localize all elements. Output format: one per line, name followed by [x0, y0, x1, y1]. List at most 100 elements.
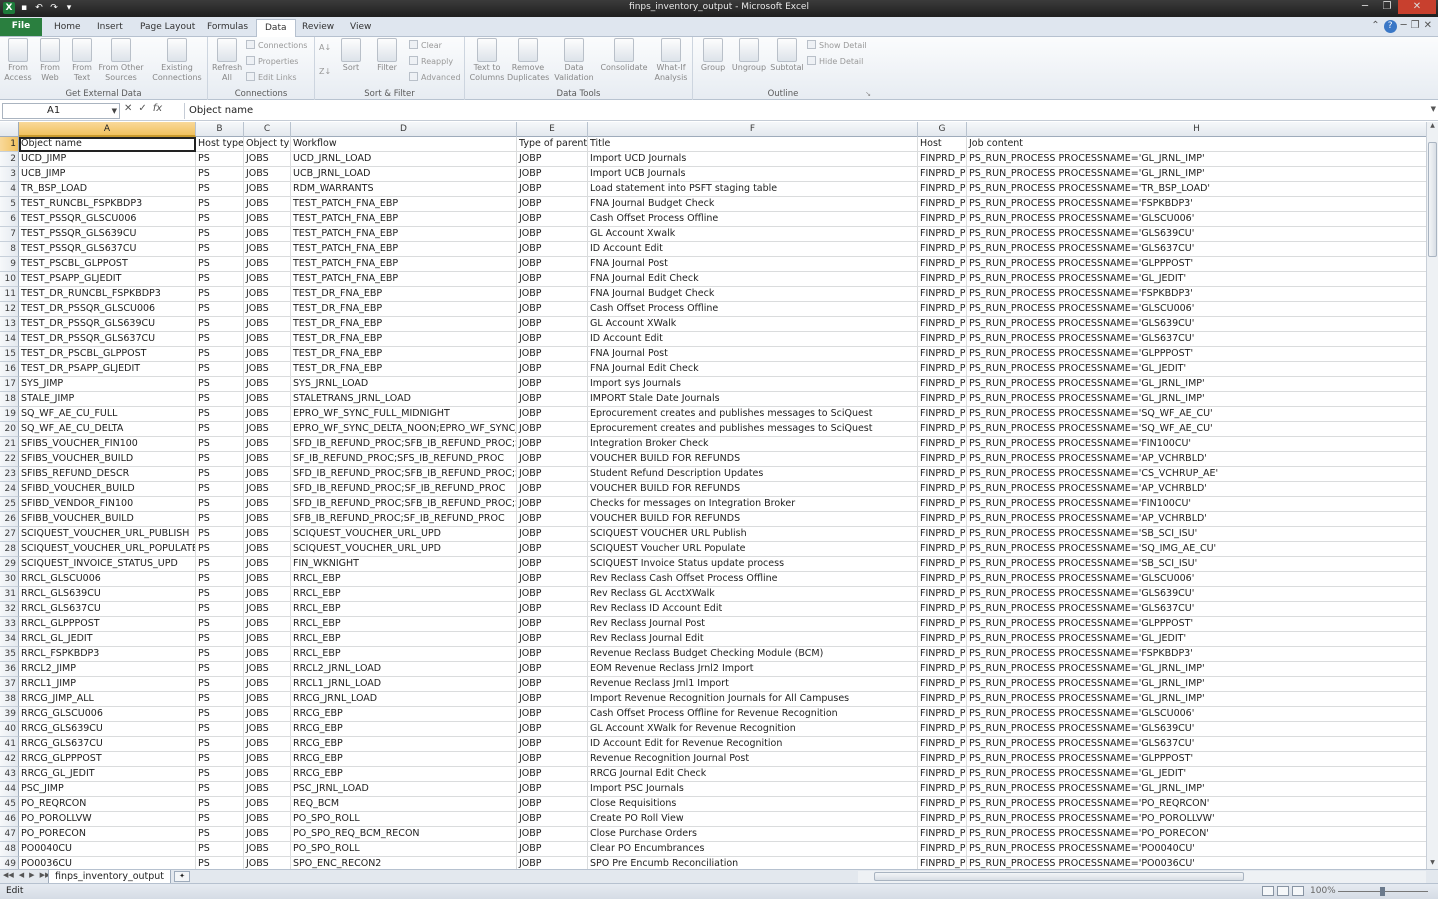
- cell-object-name[interactable]: Object name: [19, 137, 196, 152]
- cancel-icon[interactable]: ✕: [124, 103, 132, 114]
- cell-host[interactable]: FINPRD_P: [918, 242, 967, 257]
- refresh-all-button[interactable]: Refresh All: [212, 38, 242, 83]
- select-all-corner[interactable]: [0, 122, 19, 137]
- cell-title[interactable]: FNA Journal Post: [588, 347, 918, 362]
- cell-job-content[interactable]: PS_RUN_PROCESS PROCESSNAME='GLSCU006': [967, 302, 1426, 317]
- cell-type-of-parent[interactable]: JOBP: [517, 632, 588, 647]
- cell-workflow[interactable]: PO_SPO_REQ_BCM_RECON: [291, 827, 517, 842]
- column-header-e[interactable]: E: [517, 122, 588, 137]
- cell-job-content[interactable]: PS_RUN_PROCESS PROCESSNAME='GL_JEDIT': [967, 362, 1426, 377]
- cell-host[interactable]: Host: [918, 137, 967, 152]
- cell-object-name[interactable]: TEST_DR_PSSQR_GLS639CU: [19, 317, 196, 332]
- cell-object-name[interactable]: PO_PORECON: [19, 827, 196, 842]
- edit-links-button[interactable]: Edit Links: [246, 71, 297, 85]
- cell-object-type[interactable]: JOBS: [244, 287, 291, 302]
- cell-host-type[interactable]: PS: [196, 332, 244, 347]
- cell-host[interactable]: FINPRD_P: [918, 677, 967, 692]
- cell-object-name[interactable]: PO0040CU: [19, 842, 196, 857]
- cell-workflow[interactable]: TEST_PATCH_FNA_EBP: [291, 257, 517, 272]
- vertical-scroll-thumb[interactable]: [1428, 142, 1437, 257]
- cell-workflow[interactable]: PO_SPO_ROLL: [291, 842, 517, 857]
- cell-job-content[interactable]: PS_RUN_PROCESS PROCESSNAME='GL_JRNL_IMP': [967, 677, 1426, 692]
- cell-host-type[interactable]: PS: [196, 287, 244, 302]
- cell-object-type[interactable]: JOBS: [244, 842, 291, 857]
- cell-object-name[interactable]: RRCG_GLPPPOST: [19, 752, 196, 767]
- filter-button[interactable]: Filter: [373, 38, 401, 73]
- row-header[interactable]: 6: [0, 212, 19, 227]
- cell-job-content[interactable]: PS_RUN_PROCESS PROCESSNAME='GL_JEDIT': [967, 632, 1426, 647]
- cell-type-of-parent[interactable]: JOBP: [517, 617, 588, 632]
- cell-object-type[interactable]: JOBS: [244, 617, 291, 632]
- column-header-b[interactable]: B: [196, 122, 244, 137]
- cell-workflow[interactable]: TEST_DR_FNA_EBP: [291, 287, 517, 302]
- cell-job-content[interactable]: PS_RUN_PROCESS PROCESSNAME='FIN100CU': [967, 437, 1426, 452]
- cell-type-of-parent[interactable]: JOBP: [517, 842, 588, 857]
- cell-host-type[interactable]: PS: [196, 407, 244, 422]
- cell-job-content[interactable]: PS_RUN_PROCESS PROCESSNAME='GLSCU006': [967, 707, 1426, 722]
- row-header[interactable]: 9: [0, 257, 19, 272]
- cell-type-of-parent[interactable]: JOBP: [517, 332, 588, 347]
- cell-workflow[interactable]: TEST_PATCH_FNA_EBP: [291, 272, 517, 287]
- row-header[interactable]: 26: [0, 512, 19, 527]
- cell-workflow[interactable]: RRCL_EBP: [291, 617, 517, 632]
- cell-host[interactable]: FINPRD_P: [918, 572, 967, 587]
- page-break-view-icon[interactable]: [1292, 886, 1304, 896]
- formula-input[interactable]: Object name: [184, 103, 1424, 119]
- column-header-a[interactable]: A: [19, 122, 196, 137]
- cell-job-content[interactable]: Job content: [967, 137, 1426, 152]
- row-header[interactable]: 8: [0, 242, 19, 257]
- cell-host[interactable]: FINPRD_P: [918, 827, 967, 842]
- cell-object-type[interactable]: JOBS: [244, 797, 291, 812]
- cell-title[interactable]: Import UCD Journals: [588, 152, 918, 167]
- cell-workflow[interactable]: PSC_JRNL_LOAD: [291, 782, 517, 797]
- cell-host-type[interactable]: PS: [196, 857, 244, 869]
- cell-host-type[interactable]: PS: [196, 812, 244, 827]
- cell-host-type[interactable]: PS: [196, 572, 244, 587]
- row-header[interactable]: 17: [0, 377, 19, 392]
- cell-workflow[interactable]: EPRO_WF_SYNC_DELTA_NOON;EPRO_WF_SYNC_: [291, 422, 517, 437]
- cell-object-name[interactable]: TEST_DR_PSSQR_GLS637CU: [19, 332, 196, 347]
- cell-object-name[interactable]: PO_POROLLVW: [19, 812, 196, 827]
- cell-host-type[interactable]: PS: [196, 437, 244, 452]
- remove-duplicates-button[interactable]: Remove Duplicates: [507, 38, 549, 83]
- tab-insert[interactable]: Insert: [89, 19, 131, 37]
- chevron-down-icon[interactable]: ▼: [112, 104, 117, 118]
- cell-title[interactable]: ID Account Edit: [588, 332, 918, 347]
- cell-host[interactable]: FINPRD_P: [918, 212, 967, 227]
- existing-connections-button[interactable]: Existing Connections: [152, 38, 202, 83]
- cell-object-type[interactable]: JOBS: [244, 407, 291, 422]
- cell-workflow[interactable]: RRCG_EBP: [291, 707, 517, 722]
- cell-workflow[interactable]: TEST_DR_FNA_EBP: [291, 302, 517, 317]
- cell-workflow[interactable]: SFB_IB_REFUND_PROC;SF_IB_REFUND_PROC: [291, 512, 517, 527]
- cell-object-name[interactable]: TEST_PSCBL_GLPPOST: [19, 257, 196, 272]
- cell-title[interactable]: Import UCB Journals: [588, 167, 918, 182]
- cell-job-content[interactable]: PS_RUN_PROCESS PROCESSNAME='SQ_IMG_AE_CU…: [967, 542, 1426, 557]
- cell-host-type[interactable]: PS: [196, 767, 244, 782]
- cell-object-type[interactable]: JOBS: [244, 302, 291, 317]
- cell-object-name[interactable]: RRCL_GLSCU006: [19, 572, 196, 587]
- cell-host-type[interactable]: PS: [196, 497, 244, 512]
- cell-title[interactable]: GL Account Xwalk: [588, 227, 918, 242]
- sort-button[interactable]: Sort: [337, 38, 365, 73]
- cell-type-of-parent[interactable]: JOBP: [517, 152, 588, 167]
- row-header[interactable]: 1: [0, 137, 19, 152]
- cell-object-type[interactable]: JOBS: [244, 542, 291, 557]
- cell-type-of-parent[interactable]: JOBP: [517, 527, 588, 542]
- cell-host[interactable]: FINPRD_P: [918, 662, 967, 677]
- cell-host-type[interactable]: PS: [196, 227, 244, 242]
- cell-object-type[interactable]: JOBS: [244, 767, 291, 782]
- cell-host[interactable]: FINPRD_P: [918, 632, 967, 647]
- tab-view[interactable]: View: [342, 19, 379, 37]
- cell-host-type[interactable]: PS: [196, 452, 244, 467]
- cell-host-type[interactable]: PS: [196, 677, 244, 692]
- cell-job-content[interactable]: PS_RUN_PROCESS PROCESSNAME='GLS637CU': [967, 332, 1426, 347]
- cell-workflow[interactable]: RRCL_EBP: [291, 647, 517, 662]
- column-header-h[interactable]: H: [967, 122, 1426, 137]
- cell-host[interactable]: FINPRD_P: [918, 227, 967, 242]
- cell-workflow[interactable]: TEST_PATCH_FNA_EBP: [291, 242, 517, 257]
- cell-workflow[interactable]: RRCL_EBP: [291, 587, 517, 602]
- tab-home[interactable]: Home: [46, 19, 89, 37]
- cell-host[interactable]: FINPRD_P: [918, 152, 967, 167]
- cell-object-name[interactable]: PO_REQRCON: [19, 797, 196, 812]
- cell-object-name[interactable]: UCB_JIMP: [19, 167, 196, 182]
